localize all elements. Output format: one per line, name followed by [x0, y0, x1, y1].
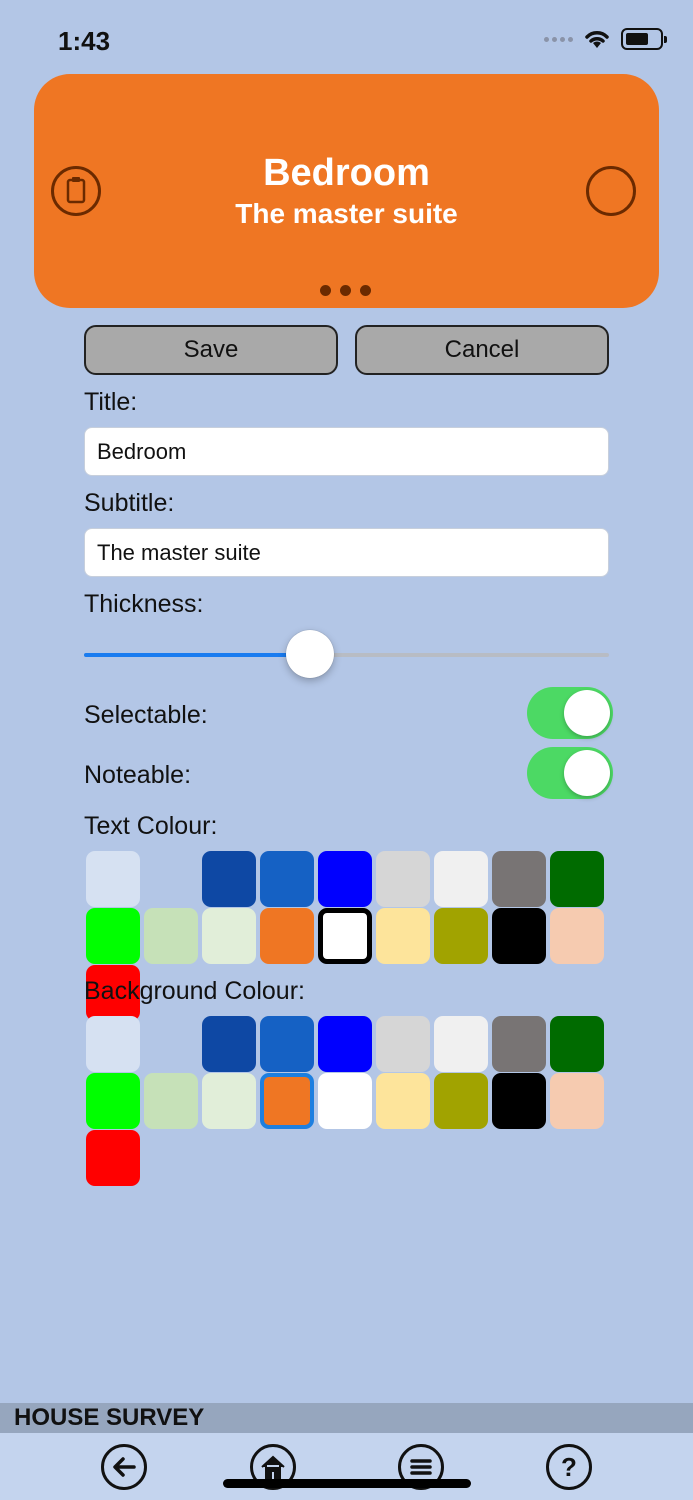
title-input[interactable]: Bedroom — [84, 427, 609, 476]
text-colour-swatch-9[interactable] — [86, 908, 140, 964]
back-arrow-icon[interactable] — [101, 1444, 147, 1490]
text-colour-swatch-6[interactable] — [434, 851, 488, 907]
text-colour-swatch-7[interactable] — [492, 851, 546, 907]
page-dots — [320, 285, 371, 296]
background-colour-swatch-18[interactable] — [86, 1130, 140, 1186]
background-colour-swatch-12[interactable] — [260, 1073, 314, 1129]
background-colour-palette — [84, 1016, 609, 1187]
title-label: Title: — [84, 388, 138, 416]
text-colour-swatch-3[interactable] — [260, 851, 314, 907]
thickness-slider-fill — [84, 653, 310, 657]
battery-icon — [621, 28, 667, 50]
text-colour-swatch-14[interactable] — [376, 908, 430, 964]
noteable-toggle[interactable] — [527, 747, 613, 799]
text-colour-swatch-8[interactable] — [550, 851, 604, 907]
thickness-slider-thumb[interactable] — [285, 630, 334, 678]
background-colour-swatch-1[interactable] — [144, 1016, 198, 1072]
text-colour-swatch-5[interactable] — [376, 851, 430, 907]
text-colour-swatch-1[interactable] — [144, 851, 198, 907]
background-colour-swatch-11[interactable] — [202, 1073, 256, 1129]
subtitle-label: Subtitle: — [84, 489, 175, 517]
noteable-label: Noteable: — [84, 761, 192, 789]
background-colour-swatch-7[interactable] — [492, 1016, 546, 1072]
text-colour-label: Text Colour: — [84, 812, 218, 840]
selectable-toggle[interactable] — [527, 687, 613, 739]
wifi-icon — [585, 31, 609, 48]
text-colour-swatch-2[interactable] — [202, 851, 256, 907]
background-colour-swatch-4[interactable] — [318, 1016, 372, 1072]
text-colour-swatch-13[interactable] — [318, 908, 372, 964]
background-colour-swatch-2[interactable] — [202, 1016, 256, 1072]
subtitle-input[interactable]: The master suite — [84, 528, 609, 577]
background-colour-swatch-10[interactable] — [144, 1073, 198, 1129]
background-colour-swatch-16[interactable] — [492, 1073, 546, 1129]
text-colour-swatch-11[interactable] — [202, 908, 256, 964]
background-colour-swatch-14[interactable] — [376, 1073, 430, 1129]
background-colour-swatch-6[interactable] — [434, 1016, 488, 1072]
text-colour-swatch-0[interactable] — [86, 851, 140, 907]
text-colour-swatch-10[interactable] — [144, 908, 198, 964]
background-colour-swatch-15[interactable] — [434, 1073, 488, 1129]
background-colour-swatch-8[interactable] — [550, 1016, 604, 1072]
background-colour-swatch-5[interactable] — [376, 1016, 430, 1072]
background-colour-swatch-3[interactable] — [260, 1016, 314, 1072]
card-title: Bedroom — [263, 152, 430, 194]
cellular-signal-icon — [544, 36, 573, 42]
text-colour-swatch-17[interactable] — [550, 908, 604, 964]
help-icon[interactable]: ? — [546, 1444, 592, 1490]
status-indicators — [544, 28, 667, 50]
background-colour-swatch-9[interactable] — [86, 1073, 140, 1129]
text-colour-swatch-4[interactable] — [318, 851, 372, 907]
home-indicator — [223, 1479, 471, 1488]
text-colour-swatch-12[interactable] — [260, 908, 314, 964]
status-time: 1:43 — [58, 26, 111, 56]
thickness-slider-track[interactable] — [84, 653, 609, 657]
text-colour-swatch-16[interactable] — [492, 908, 546, 964]
save-button[interactable]: Save — [84, 325, 338, 375]
text-colour-swatch-15[interactable] — [434, 908, 488, 964]
selectable-label: Selectable: — [84, 701, 208, 729]
app-title: HOUSE SURVEY — [14, 1404, 205, 1431]
thickness-label: Thickness: — [84, 590, 204, 618]
background-colour-swatch-17[interactable] — [550, 1073, 604, 1129]
background-colour-label: Background Colour: — [84, 977, 305, 1005]
cancel-button[interactable]: Cancel — [355, 325, 609, 375]
background-colour-swatch-13[interactable] — [318, 1073, 372, 1129]
card-subtitle: The master suite — [235, 198, 458, 229]
background-colour-swatch-0[interactable] — [86, 1016, 140, 1072]
